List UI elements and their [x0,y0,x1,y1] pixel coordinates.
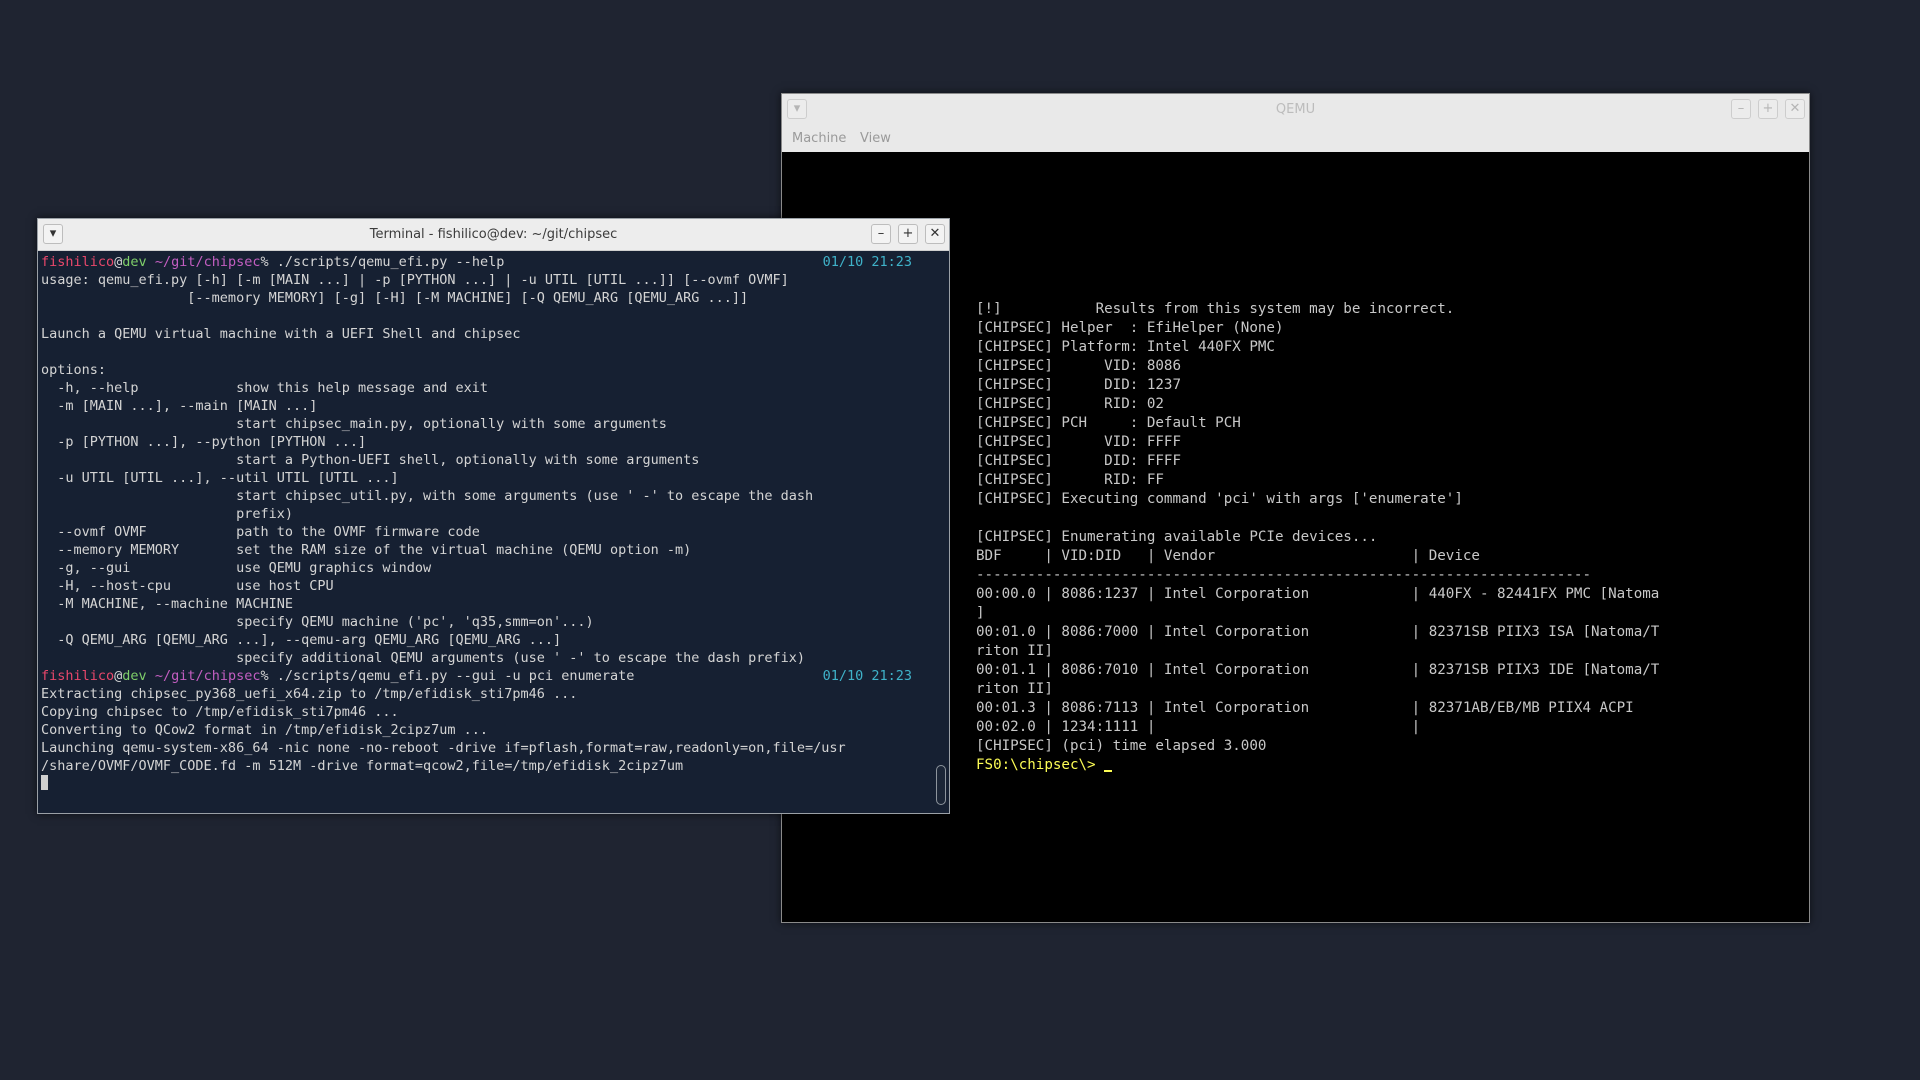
console-line: ----------------------------------------… [976,567,1591,583]
output-line: -m [MAIN ...], --main [MAIN ...] [41,398,318,414]
prompt-path: ~/git/chipsec [146,254,261,270]
console-line: [!] Results from this system may be inco… [976,301,1455,317]
scrollbar-thumb[interactable] [936,765,946,805]
uefi-console: [!] Results from this system may be inco… [976,300,1659,775]
minimize-button[interactable]: – [1731,99,1751,119]
command-timestamp: 01/10 21:23 [822,668,912,684]
close-button[interactable]: ✕ [925,224,945,244]
uefi-shell-prompt: FS0:\chipsec\> [976,757,1105,773]
console-line: [CHIPSEC] Platform: Intel 440FX PMC [976,339,1275,355]
console-line: [CHIPSEC] Helper : EfiHelper (None) [976,320,1284,336]
terminal-body[interactable]: fishilico@dev ~/git/chipsec% ./scripts/q… [41,253,936,809]
output-line: Extracting chipsec_py368_uefi_x64.zip to… [41,686,578,702]
window-title: Terminal - fishilico@dev: ~/git/chipsec [369,227,618,242]
output-line: /share/OVMF/OVMF_CODE.fd -m 512M -drive … [41,758,684,774]
console-line: 00:01.1 | 8086:7010 | Intel Corporation … [976,662,1660,678]
output-line: Copying chipsec to /tmp/efidisk_sti7pm46… [41,704,399,720]
console-line: ] [976,605,985,621]
output-line: start a Python-UEFI shell, optionally wi… [41,452,700,468]
prompt-user: fishilico [41,254,115,270]
console-cursor [1104,770,1113,772]
maximize-icon: + [1762,101,1774,116]
console-line: [CHIPSEC] DID: FFFF [976,453,1181,469]
console-line: [CHIPSEC] Enumerating available PCIe dev… [976,529,1378,545]
minimize-icon: – [877,226,885,241]
maximize-button[interactable]: + [1758,99,1778,119]
console-line: 00:02.0 | 1234:1111 | | [976,719,1421,735]
maximize-icon: + [902,226,914,241]
output-line: --memory MEMORY set the RAM size of the … [41,542,692,558]
prompt-suffix: % [260,668,277,684]
output-line: -p [PYTHON ...], --python [PYTHON ...] [41,434,367,450]
prompt-host: dev [122,254,147,270]
input-line[interactable] [41,775,936,793]
prompt-path: ~/git/chipsec [146,668,261,684]
maximize-button[interactable]: + [898,224,918,244]
menu-view[interactable]: View [860,131,891,146]
output-line: -Q QEMU_ARG [QEMU_ARG ...], --qemu-arg Q… [41,632,562,648]
console-line: riton II] [976,643,1053,659]
output-line: start chipsec_main.py, optionally with s… [41,416,667,432]
output-line: -h, --help show this help message and ex… [41,380,489,396]
console-line: [CHIPSEC] RID: FF [976,472,1164,488]
terminal-window[interactable]: ▾ Terminal - fishilico@dev: ~/git/chipse… [37,218,950,814]
minimize-button[interactable]: – [871,224,891,244]
console-line: 00:01.3 | 8086:7113 | Intel Corporation … [976,700,1634,716]
menu-machine[interactable]: Machine [792,131,846,146]
output-line: Launch a QEMU virtual machine with a UEF… [41,326,521,342]
output-line: Launching qemu-system-x86_64 -nic none -… [41,740,846,756]
output-line: --ovmf OVMF path to the OVMF firmware co… [41,524,480,540]
prompt-suffix: % [260,254,277,270]
prompt-line: fishilico@dev ~/git/chipsec% ./scripts/q… [41,253,936,271]
output-line: [--memory MEMORY] [-g] [-H] [-M MACHINE]… [41,290,749,306]
qemu-menubar: Machine View [782,125,1809,152]
console-line: [CHIPSEC] DID: 1237 [976,377,1181,393]
output-line: -u UTIL [UTIL ...], --util UTIL [UTIL ..… [41,470,399,486]
close-icon: ✕ [1789,101,1801,116]
command-timestamp: 01/10 21:23 [822,254,912,270]
prompt-line: fishilico@dev ~/git/chipsec% ./scripts/q… [41,667,936,685]
help-output: usage: qemu_efi.py [-h] [-m [MAIN ...] |… [41,271,936,667]
console-line: 00:00.0 | 8086:1237 | Intel Corporation … [976,586,1660,602]
window-title: QEMU [1275,102,1316,117]
prompt-user: fishilico [41,668,115,684]
terminal-output: fishilico@dev ~/git/chipsec% ./scripts/q… [41,253,936,793]
console-line: [CHIPSEC] PCH : Default PCH [976,415,1241,431]
minimize-icon: – [1737,101,1745,116]
run-output: Extracting chipsec_py368_uefi_x64.zip to… [41,685,936,775]
console-line: BDF | VID:DID | Vendor | Device [976,548,1480,564]
console-line: [CHIPSEC] VID: 8086 [976,358,1181,374]
output-line: usage: qemu_efi.py [-h] [-m [MAIN ...] |… [41,272,789,288]
console-line: [CHIPSEC] RID: 02 [976,396,1164,412]
prompt-host: dev [122,668,147,684]
output-line: -H, --host-cpu use host CPU [41,578,334,594]
output-line: options: [41,362,107,378]
console-output: [!] Results from this system may be inco… [976,300,1659,756]
console-line: [CHIPSEC] Executing command 'pci' with a… [976,491,1463,507]
command-text: ./scripts/qemu_efi.py --gui -u pci enume… [276,668,635,684]
output-line: -g, --gui use QEMU graphics window [41,560,432,576]
output-line: prefix) [41,506,293,522]
console-line: 00:01.0 | 8086:7000 | Intel Corporation … [976,624,1660,640]
output-line: -M MACHINE, --machine MACHINE [41,596,293,612]
output-line: start chipsec_util.py, with some argumen… [41,488,814,504]
output-line: specify QEMU machine ('pc', 'q35,smm=on'… [41,614,594,630]
console-line: [CHIPSEC] VID: FFFF [976,434,1181,450]
terminal-titlebar[interactable]: ▾ Terminal - fishilico@dev: ~/git/chipse… [38,219,949,251]
terminal-cursor [41,775,48,790]
close-button[interactable]: ✕ [1785,99,1805,119]
qemu-titlebar[interactable]: ▾ QEMU – + ✕ [782,94,1809,126]
console-line: riton II] [976,681,1053,697]
output-line: specify additional QEMU arguments (use '… [41,650,806,666]
terminal-scrollbar[interactable] [936,253,946,809]
close-icon: ✕ [929,226,941,241]
output-line: Converting to QCow2 format in /tmp/efidi… [41,722,489,738]
console-line: [CHIPSEC] (pci) time elapsed 3.000 [976,738,1267,754]
command-text: ./scripts/qemu_efi.py --help [276,254,505,270]
